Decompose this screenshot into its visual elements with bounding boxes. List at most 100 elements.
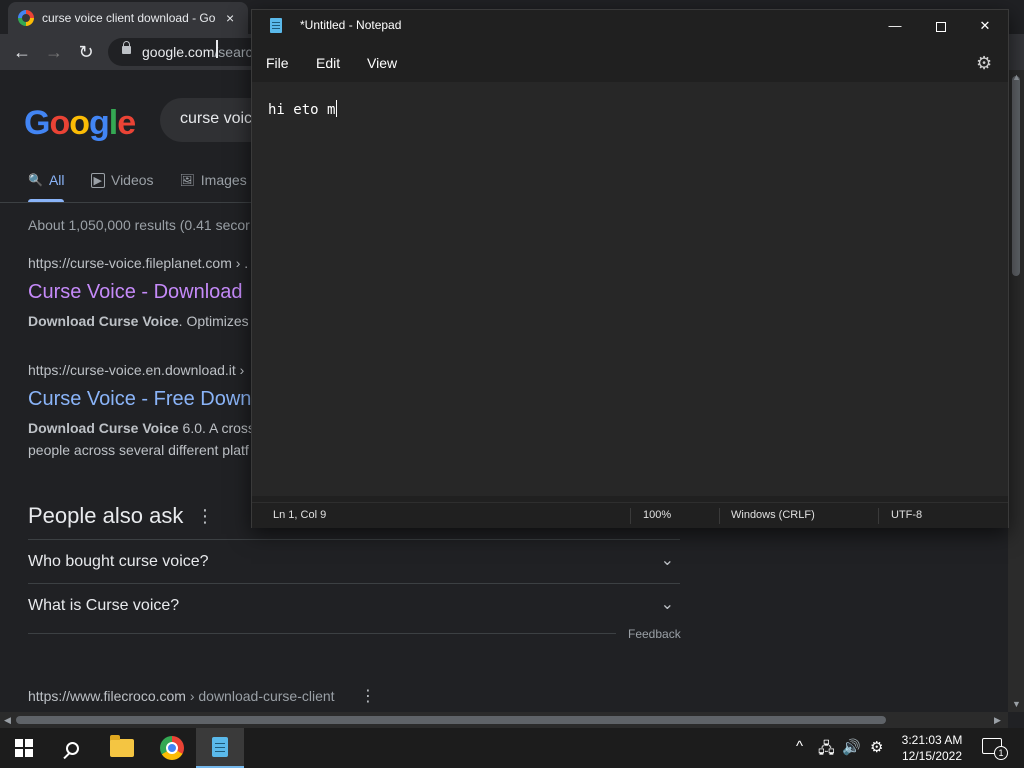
chevron-down-icon: ⌄ bbox=[660, 596, 674, 613]
result-snippet: Download Curse Voice. Optimizes s bbox=[28, 310, 260, 332]
scroll-left-arrow-icon[interactable]: ◀ bbox=[4, 715, 11, 726]
minimize-button[interactable]: — bbox=[872, 10, 918, 42]
result-cite[interactable]: https://curse-voice.fileplanet.com › . bbox=[28, 255, 260, 271]
lock-icon bbox=[122, 41, 131, 54]
result-snippet: Download Curse Voice 6.0. A cross-people… bbox=[28, 417, 260, 461]
taskbar: ^ 🖧 🔊 ⚙ 3:21:03 AM 12/15/2022 1 bbox=[0, 728, 1024, 768]
url-text: google.com/search bbox=[142, 44, 260, 60]
divider bbox=[28, 633, 616, 634]
system-clock[interactable]: 3:21:03 AM 12/15/2022 bbox=[896, 732, 968, 764]
maximize-button[interactable] bbox=[918, 10, 964, 42]
zoom-level: 100% bbox=[643, 509, 672, 521]
tray-overflow-chevron-icon[interactable]: ^ bbox=[796, 738, 803, 755]
result-title-link[interactable]: Curse Voice - Download bbox=[28, 281, 260, 304]
menu-file[interactable]: File bbox=[266, 55, 289, 71]
snippet-bold: Download Curse Voice bbox=[28, 420, 179, 436]
start-button[interactable] bbox=[0, 728, 48, 768]
paa-question-text: What is Curse voice? bbox=[28, 597, 180, 614]
settings-gear-icon[interactable]: ⚙ bbox=[976, 53, 992, 74]
menu-edit[interactable]: Edit bbox=[316, 55, 340, 71]
tab-label: Images bbox=[200, 172, 247, 188]
scroll-right-arrow-icon[interactable]: ▶ bbox=[994, 715, 1001, 726]
status-bar: Ln 1, Col 9 100% Windows (CRLF) UTF-8 bbox=[252, 502, 1008, 528]
result-title-link[interactable]: Curse Voice - Free Downl bbox=[28, 388, 260, 411]
tab-images[interactable]: 🖼 Images bbox=[180, 172, 247, 188]
chrome-icon bbox=[160, 736, 184, 760]
cite-host: https://www.filecroco.com bbox=[28, 688, 186, 704]
volume-icon[interactable]: 🔊 bbox=[842, 738, 861, 756]
logo-letter: e bbox=[117, 104, 136, 142]
clock-date: 12/15/2022 bbox=[901, 749, 963, 763]
scroll-up-arrow-icon[interactable]: ▲ bbox=[1012, 72, 1021, 82]
result-stats: About 1,050,000 results (0.41 secor bbox=[28, 217, 250, 233]
tab-videos[interactable]: ▶ Videos bbox=[90, 172, 154, 188]
vertical-scroll-thumb[interactable] bbox=[1012, 76, 1020, 276]
tab-close-button[interactable]: × bbox=[226, 10, 234, 26]
notepad-icon bbox=[212, 737, 228, 757]
image-icon: 🖼 bbox=[179, 173, 195, 187]
forward-button[interactable]: → bbox=[42, 40, 66, 64]
logo-letter: o bbox=[49, 104, 70, 142]
search-icon bbox=[65, 741, 79, 755]
chrome-taskbar-button[interactable] bbox=[148, 728, 196, 768]
scroll-down-arrow-icon[interactable]: ▼ bbox=[1012, 699, 1021, 709]
logo-letter: g bbox=[89, 104, 110, 142]
cite-path: › download-curse-client bbox=[185, 688, 335, 704]
menu-bar: File Edit View ⚙ bbox=[252, 46, 1008, 80]
settings-gear-icon[interactable]: ⚙ bbox=[870, 738, 883, 756]
notepad-titlebar[interactable]: *Untitled - Notepad — ✕ bbox=[252, 10, 1008, 42]
taskbar-search-button[interactable] bbox=[48, 728, 96, 768]
logo-letter: l bbox=[108, 104, 119, 142]
text-editor[interactable]: hi eto m bbox=[252, 82, 1008, 496]
text-caret bbox=[336, 100, 338, 117]
result-cite[interactable]: https://www.filecroco.com › download-cur… bbox=[28, 688, 335, 704]
tab-all[interactable]: 🔍 All bbox=[28, 172, 65, 188]
url-host: google.com bbox=[142, 44, 215, 60]
horizontal-scroll-thumb[interactable] bbox=[16, 716, 886, 724]
search-result: https://curse-voice.fileplanet.com › . C… bbox=[28, 255, 260, 332]
notepad-taskbar-button[interactable] bbox=[196, 728, 244, 768]
more-options-icon[interactable]: ⋮ bbox=[360, 686, 376, 706]
tab-label: Videos bbox=[110, 172, 154, 188]
chevron-down-icon: ⌄ bbox=[660, 552, 674, 569]
paa-question-text: Who bought curse voice? bbox=[28, 553, 209, 570]
reload-button[interactable]: ↻ bbox=[74, 40, 98, 64]
search-result: https://curse-voice.en.download.it › Cur… bbox=[28, 362, 260, 461]
encoding: UTF-8 bbox=[891, 509, 923, 521]
menu-view[interactable]: View bbox=[367, 55, 397, 71]
tab-title: curse voice client download - Go bbox=[42, 11, 216, 25]
folder-icon bbox=[110, 735, 134, 757]
document-content: hi eto m bbox=[268, 102, 336, 118]
snippet-text-line2: people across several different platf bbox=[28, 442, 249, 458]
people-also-ask-heading: People also ask bbox=[28, 503, 184, 528]
search-query: curse voic bbox=[180, 110, 253, 127]
logo-letter: o bbox=[69, 104, 90, 142]
snippet-text: . Optimizes s bbox=[178, 313, 260, 329]
result-cite[interactable]: https://curse-voice.en.download.it › bbox=[28, 362, 260, 378]
maximize-icon bbox=[936, 21, 946, 32]
google-favicon-icon bbox=[18, 10, 34, 26]
notepad-icon bbox=[270, 18, 282, 33]
divider bbox=[878, 508, 879, 524]
file-explorer-button[interactable] bbox=[98, 728, 146, 768]
clock-time: 3:21:03 AM bbox=[901, 733, 963, 747]
search-icon: 🔍 bbox=[28, 173, 43, 187]
google-logo[interactable]: Google bbox=[24, 104, 136, 143]
divider bbox=[719, 508, 720, 524]
paa-question[interactable]: What is Curse voice? ⌄ bbox=[28, 583, 680, 627]
feedback-link[interactable]: Feedback bbox=[628, 627, 681, 641]
snippet-bold: Download Curse Voice bbox=[28, 313, 179, 329]
more-options-icon[interactable]: ⋮ bbox=[196, 506, 214, 527]
snippet-text: 6.0. A cross- bbox=[178, 420, 260, 436]
close-button[interactable]: ✕ bbox=[962, 10, 1008, 42]
ibeam-cursor-icon bbox=[216, 40, 218, 58]
network-icon[interactable]: 🖧 bbox=[818, 738, 835, 763]
google-search-tabs: 🔍 All ▶ Videos 🖼 Images bbox=[28, 172, 247, 188]
notepad-window: *Untitled - Notepad — ✕ File Edit View ⚙… bbox=[251, 9, 1009, 528]
logo-letter: G bbox=[24, 104, 50, 142]
back-button[interactable]: ← bbox=[10, 40, 34, 64]
browser-tab[interactable]: curse voice client download - Go × bbox=[8, 2, 248, 34]
paa-question[interactable]: Who bought curse voice? ⌄ bbox=[28, 539, 680, 583]
editor-text: hi eto m bbox=[268, 100, 338, 118]
notification-count-badge: 1 bbox=[994, 746, 1008, 760]
